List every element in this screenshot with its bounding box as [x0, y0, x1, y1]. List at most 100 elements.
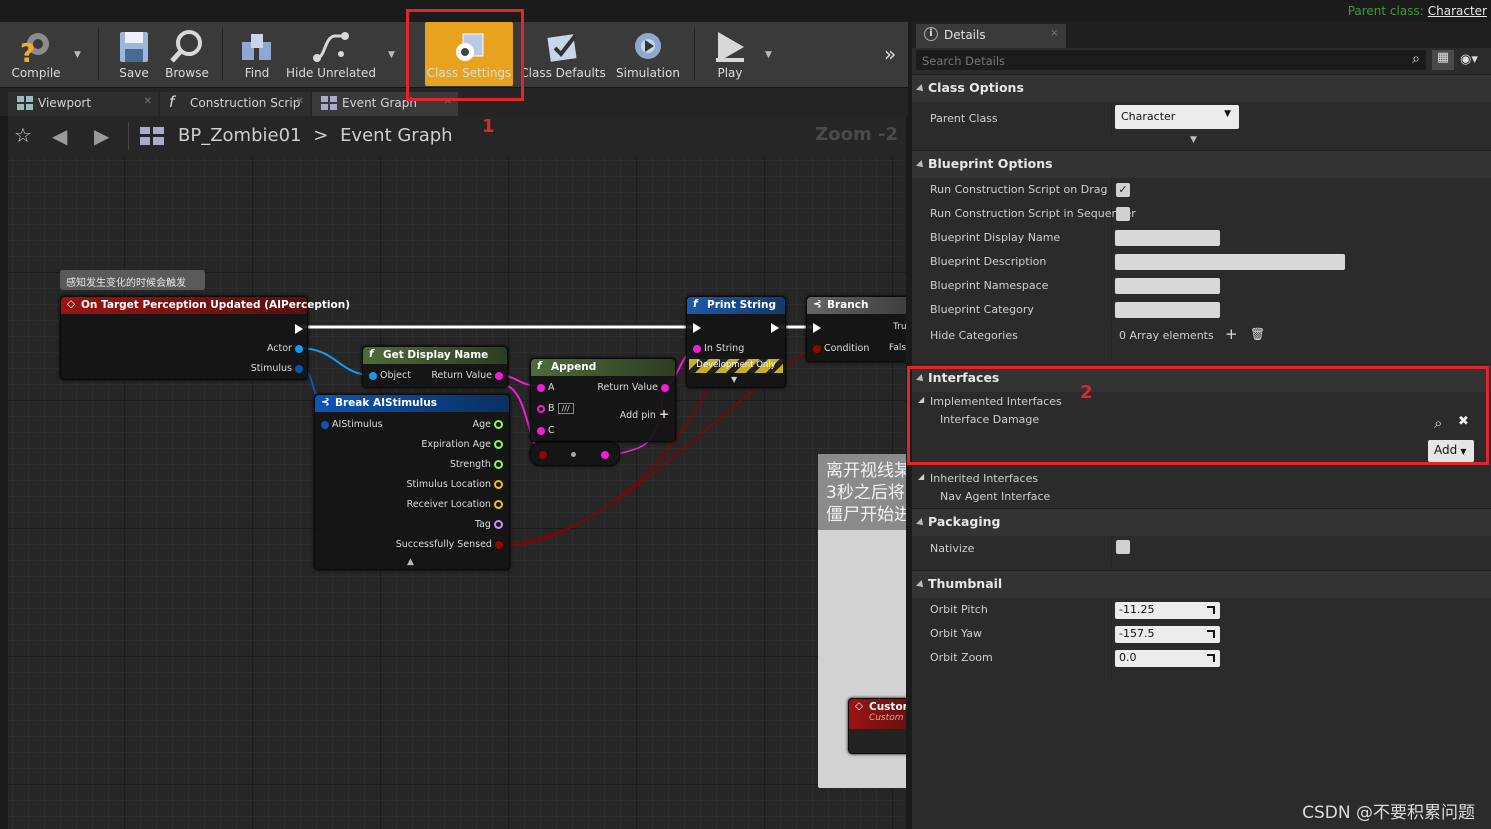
details-tab[interactable]: i Details ✕ — [916, 24, 1066, 48]
print-string-title: Print String — [707, 299, 776, 311]
description-label: Blueprint Description — [930, 255, 1047, 268]
event-graph-canvas[interactable]: 感知发生变化的时候会触发 ◇ On Target Perception Updat… — [8, 156, 906, 829]
hide-unrelated-dropdown-icon[interactable]: ▼ — [388, 50, 395, 60]
search-details-input[interactable] — [916, 51, 1396, 71]
condition-pin[interactable]: Condition — [813, 343, 869, 354]
branch-false-pin[interactable]: Fals — [889, 343, 906, 353]
category-input[interactable] — [1115, 302, 1220, 318]
description-input[interactable] — [1115, 254, 1345, 270]
expiration-age-pin[interactable]: Expiration Age — [421, 439, 503, 450]
append-return-pin[interactable]: Return Value — [597, 382, 669, 393]
tab-close-icon[interactable]: ✕ — [1050, 29, 1058, 39]
reroute-pin[interactable] — [539, 451, 547, 459]
trash-icon[interactable]: 🗑 — [1250, 327, 1265, 341]
parent-class-link[interactable]: Character — [1428, 4, 1487, 18]
play-button[interactable]: Play — [702, 22, 758, 86]
parent-class-dropdown[interactable]: Character ▼ — [1115, 105, 1239, 129]
stimulus-location-pin[interactable]: Stimulus Location — [406, 479, 503, 490]
hide-unrelated-button[interactable]: Hide Unrelated — [286, 22, 376, 86]
property-matrix-icon[interactable]: ▦ — [1432, 50, 1454, 70]
orbit-yaw-input[interactable]: -157.5 — [1115, 626, 1220, 643]
strength-pin[interactable]: Strength — [450, 459, 503, 470]
break-aistimulus-node[interactable]: ⊰ Break AIStimulus AIStimulus Age Expirat… — [314, 394, 510, 570]
in-string-pin[interactable]: In String — [693, 343, 744, 354]
namespace-input[interactable] — [1115, 278, 1220, 294]
class-defaults-button[interactable]: Class Defaults — [520, 22, 606, 86]
print-string-node[interactable]: f Print String In String Development Only… — [686, 296, 786, 388]
stimulus-pin[interactable]: Stimulus — [251, 363, 303, 374]
tag-pin[interactable]: Tag — [475, 519, 503, 530]
print-exec-out-pin[interactable] — [771, 322, 779, 333]
details-tab-strip: i Details ✕ — [912, 22, 1491, 48]
successfully-sensed-pin[interactable]: Successfully Sensed — [396, 539, 503, 550]
expand-pins-icon[interactable]: ▼ — [731, 375, 737, 384]
actor-pin[interactable]: Actor — [267, 343, 303, 354]
hide-categories-label: Hide Categories — [930, 329, 1018, 342]
branch-node[interactable]: ⊰ Branch Tru Condition Fals — [806, 296, 906, 362]
event-node-target-perception[interactable]: ◇ On Target Perception Updated (AIPercept… — [60, 296, 350, 380]
compile-button[interactable]: ? Compile — [6, 22, 66, 86]
favorite-star-icon[interactable]: ☆ — [14, 123, 32, 147]
compile-dropdown-icon[interactable]: ▼ — [74, 50, 81, 60]
custom-event-title: Custom — [869, 701, 906, 713]
search-icon[interactable]: ⌕ — [1412, 51, 1420, 67]
append-c-pin[interactable]: C — [537, 425, 555, 436]
comment-bubble[interactable]: 感知发生变化的时候会触发 — [60, 270, 205, 290]
append-b-pin[interactable]: B /// — [537, 403, 574, 414]
find-button[interactable]: Find — [232, 22, 282, 86]
section-thumbnail[interactable]: Thumbnail — [912, 570, 1491, 598]
browse-button[interactable]: Browse — [160, 22, 214, 86]
receiver-location-pin[interactable]: Receiver Location — [407, 499, 503, 510]
breadcrumb-root[interactable]: BP_Zombie01 — [178, 125, 302, 146]
inherited-interfaces-header[interactable]: Inherited Interfaces ◢ — [912, 469, 1491, 489]
section-blueprint-options[interactable]: Blueprint Options — [912, 150, 1491, 178]
tab-construction-script[interactable]: f Construction Scrip ✕ — [160, 92, 310, 116]
class-defaults-label: Class Defaults — [520, 66, 606, 80]
save-button[interactable]: Save — [110, 22, 158, 86]
event-icon: ◇ — [855, 700, 864, 712]
forward-arrow-icon[interactable]: ▶ — [94, 124, 109, 148]
simulation-button[interactable]: Simulation — [612, 22, 684, 86]
nativize-checkbox[interactable] — [1116, 540, 1130, 554]
add-element-icon[interactable]: + — [1225, 325, 1238, 343]
exec-out-pin[interactable] — [295, 323, 303, 334]
display-name-input[interactable] — [1115, 230, 1220, 246]
age-pin[interactable]: Age — [473, 419, 503, 430]
get-display-name-node[interactable]: f Get Display Name Object Return Value — [362, 346, 508, 388]
tab-close-icon[interactable]: ✕ — [296, 96, 304, 107]
reroute-pin[interactable] — [601, 451, 609, 459]
aistimulus-in-pin[interactable]: AIStimulus — [321, 419, 383, 430]
section-class-options[interactable]: Class Options — [912, 74, 1491, 102]
parent-class-label: Parent class: — [1347, 4, 1424, 18]
find-label: Find — [244, 66, 270, 80]
print-exec-in-pin[interactable] — [693, 322, 701, 333]
advanced-expand-icon[interactable]: ▼ — [1190, 135, 1197, 145]
object-pin[interactable]: Object — [369, 370, 411, 381]
comment-box[interactable]: 离开视线某 3秒之后将 僵尸开始进 ◇ CustomCustom — [818, 454, 906, 788]
back-arrow-icon[interactable]: ◀ — [52, 124, 67, 148]
custom-event-header: ◇ CustomCustom — [849, 699, 906, 729]
orbit-yaw-row: Orbit Yaw -157.5 — [912, 624, 1491, 648]
branch-true-pin[interactable]: Tru — [893, 322, 906, 332]
find-icon — [242, 34, 271, 60]
play-dropdown-icon[interactable]: ▼ — [765, 50, 772, 60]
custom-event-node[interactable]: ◇ CustomCustom — [848, 698, 906, 754]
append-a-pin[interactable]: A — [537, 382, 555, 393]
return-value-pin[interactable]: Return Value — [431, 370, 503, 381]
orbit-zoom-input[interactable]: 0.0 — [1115, 650, 1220, 667]
branch-exec-in-pin[interactable] — [813, 322, 821, 333]
toolbar-overflow-icon[interactable]: » — [884, 42, 896, 66]
append-b-input[interactable]: /// — [557, 403, 574, 414]
append-node[interactable]: f Append A B /// C Return Value Add pin + — [530, 358, 676, 442]
reroute-node[interactable] — [530, 442, 620, 466]
add-pin-button[interactable]: Add pin + — [620, 407, 669, 421]
run-construction-sequencer-checkbox[interactable] — [1116, 207, 1130, 221]
section-packaging[interactable]: Packaging — [912, 508, 1491, 536]
tab-viewport[interactable]: Viewport ✕ — [8, 92, 158, 116]
run-construction-drag-checkbox[interactable]: ✓ — [1116, 183, 1130, 197]
print-string-header: f Print String — [687, 297, 785, 314]
view-options-eye-icon[interactable]: ◉▾ — [1460, 52, 1478, 67]
orbit-pitch-input[interactable]: -11.25 — [1115, 602, 1220, 619]
collapse-pins-icon[interactable]: ▲ — [407, 557, 414, 567]
tab-close-icon[interactable]: ✕ — [144, 96, 152, 107]
